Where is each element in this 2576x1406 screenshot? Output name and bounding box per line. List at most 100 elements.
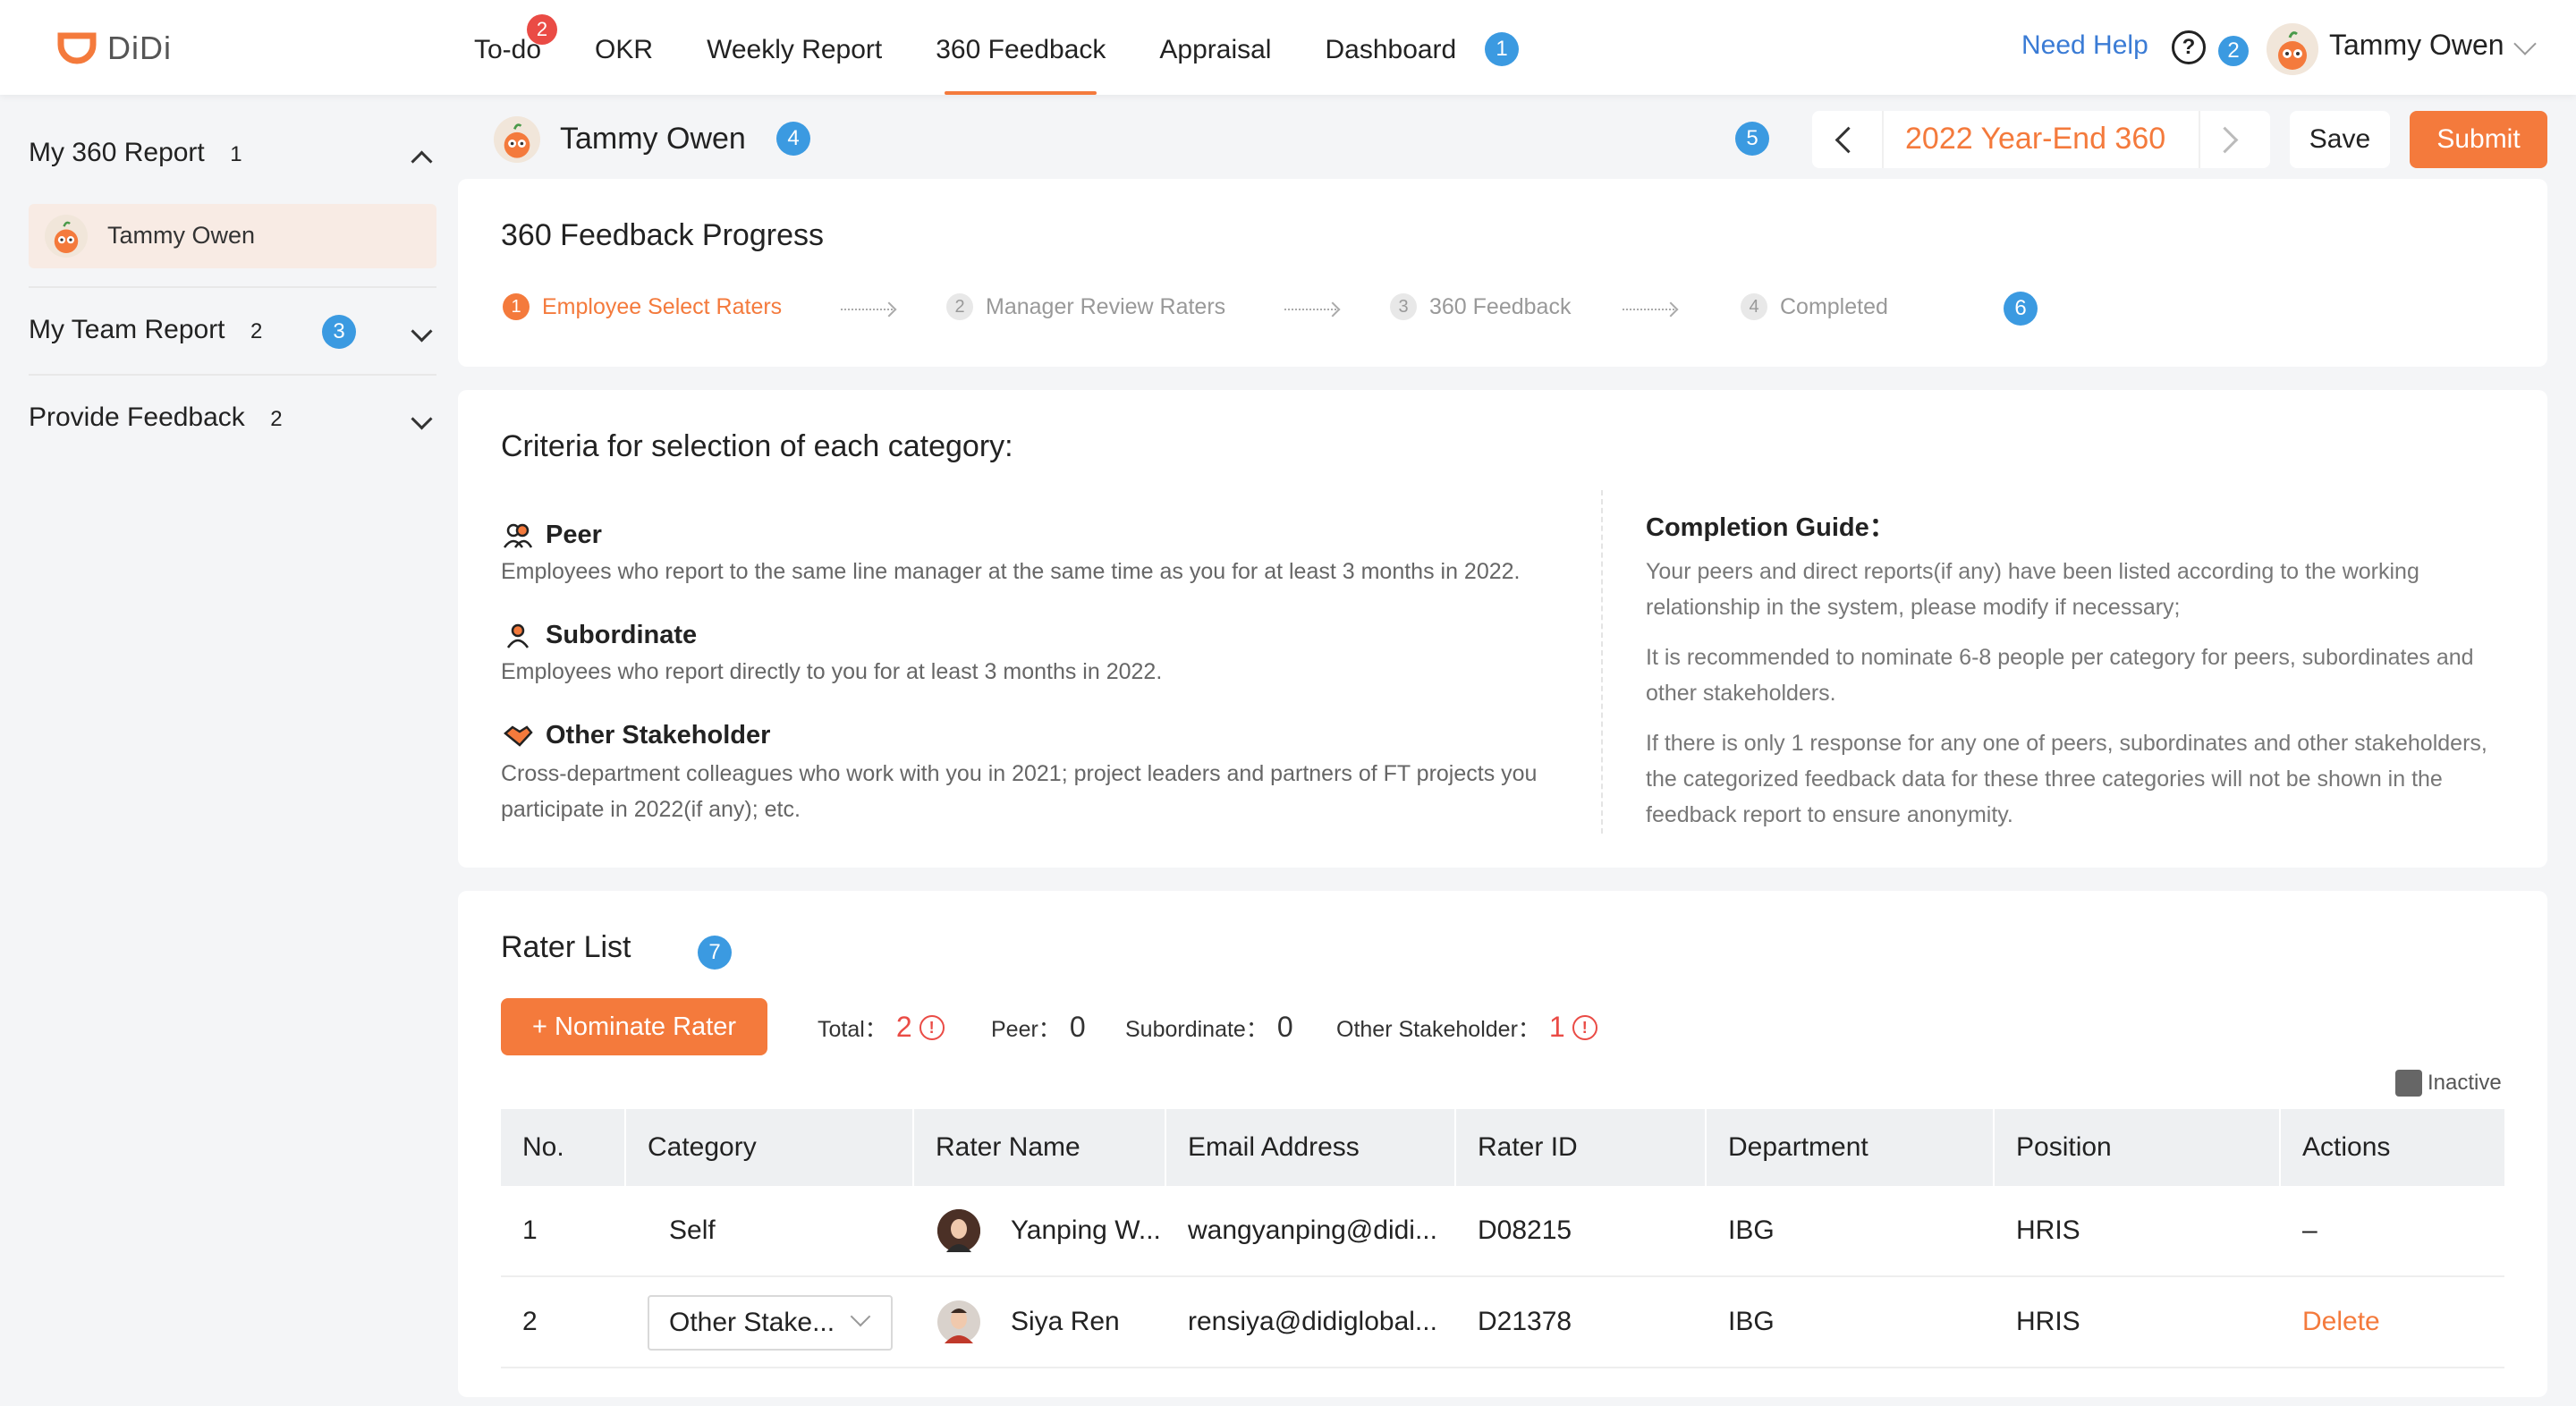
chevron-right-icon[interactable] — [2211, 126, 2239, 154]
sidebar-label: My Team Report — [29, 315, 225, 344]
step-label: Manager Review Raters — [986, 293, 1226, 319]
nav-todo[interactable]: To-do 2 — [474, 0, 558, 95]
guide-line: It is recommended to nominate 6-8 people… — [1646, 645, 2474, 670]
avatar-icon — [2267, 23, 2318, 75]
annotation-marker: 4 — [776, 122, 810, 156]
nav-label: Dashboard — [1325, 35, 1457, 64]
step-employee-select-raters: 1 Employee Select Raters — [503, 293, 782, 320]
cell-position: HRIS — [2016, 1215, 2080, 1245]
guide-line: If there is only 1 response for any one … — [1646, 731, 2487, 756]
stat-value: 1 — [1548, 1011, 1565, 1043]
cell-email: wangyanping@didi... — [1188, 1215, 1437, 1245]
step-arrow-icon — [841, 309, 893, 310]
stat-value: 0 — [1069, 1011, 1086, 1043]
help-icon[interactable]: ? — [2172, 30, 2206, 64]
sidebar-item-label: Tammy Owen — [107, 222, 256, 249]
rater-avatar — [937, 1209, 980, 1252]
step-360-feedback: 3 360 Feedback — [1390, 293, 1571, 320]
chevron-down-icon[interactable] — [411, 408, 433, 430]
step-label: Completed — [1780, 293, 1888, 319]
chevron-up-icon[interactable] — [411, 150, 433, 173]
cell-position: HRIS — [2016, 1307, 2080, 1336]
column-header: Email Address — [1188, 1132, 1360, 1162]
guide-paragraph: Your peers and direct reports(if any) ha… — [1646, 554, 2504, 625]
annotation-marker: 7 — [698, 936, 732, 970]
divider — [29, 374, 436, 376]
handshake-icon — [504, 724, 533, 747]
peer-heading: Peer — [503, 521, 602, 550]
step-manager-review-raters: 2 Manager Review Raters — [946, 293, 1225, 320]
step-number: 4 — [1741, 293, 1767, 320]
cell-category: Self — [669, 1215, 716, 1245]
subordinate-description: Employees who report directly to you for… — [501, 659, 1163, 684]
nav-label: 360 Feedback — [936, 35, 1106, 64]
annotation-marker: 1 — [1485, 32, 1519, 66]
sidebar-my-360-report[interactable]: My 360 Report 1 — [29, 138, 436, 173]
criteria-title: Criteria for selection of each category: — [501, 429, 1013, 463]
didi-logo[interactable]: DiDi — [57, 27, 172, 70]
stat-peer: Peer： 0 — [991, 1011, 1086, 1044]
category-select[interactable]: Other Stake... — [648, 1295, 893, 1351]
column-header: Category — [648, 1132, 757, 1162]
step-arrow-icon — [1623, 309, 1674, 310]
user-avatar[interactable] — [2267, 23, 2318, 75]
progress-card: 360 Feedback Progress — [458, 179, 2547, 367]
guide-line: the categorized feedback data for these … — [1646, 767, 2443, 792]
employee-avatar — [494, 116, 540, 163]
annotation-marker: 6 — [2004, 292, 2038, 326]
category-select-value: Other Stake... — [669, 1308, 835, 1337]
other-stakeholder-heading: Other Stakeholder — [503, 721, 770, 750]
avatar-icon — [937, 1300, 980, 1343]
other-stakeholder-description: Cross-department colleagues who work wit… — [501, 761, 1538, 786]
divider — [1601, 490, 1603, 834]
chevron-down-icon[interactable] — [2513, 32, 2537, 55]
sidebar-count: 2 — [250, 319, 263, 343]
step-number: 2 — [946, 293, 973, 320]
cell-rater-id: D08215 — [1478, 1215, 1572, 1245]
user-name[interactable]: Tammy Owen — [2329, 29, 2504, 62]
nav-okr[interactable]: OKR — [595, 0, 653, 95]
sidebar-label: My 360 Report — [29, 138, 205, 167]
stat-value: 0 — [1276, 1011, 1293, 1043]
stat-label: Peer： — [991, 1016, 1061, 1042]
warning-icon: ! — [919, 1014, 945, 1040]
guide-line: feedback report to ensure anonymity. — [1646, 802, 2013, 827]
stat-value: 2 — [895, 1011, 912, 1043]
column-header: No. — [522, 1132, 564, 1162]
annotation-marker: 3 — [322, 315, 356, 349]
nav-dashboard[interactable]: Dashboard — [1325, 0, 1456, 95]
sidebar-count: 2 — [270, 407, 283, 431]
subordinate-label: Subordinate — [546, 621, 698, 649]
divider — [2199, 111, 2200, 168]
table-header: No. Category Rater Name Email Address Ra… — [501, 1109, 2504, 1186]
avatar-icon — [45, 215, 88, 258]
guide-paragraph: It is recommended to nominate 6-8 people… — [1646, 639, 2504, 711]
progress-title: 360 Feedback Progress — [501, 218, 824, 252]
annotation-marker: 2 — [2218, 36, 2249, 66]
nav-360-feedback[interactable]: 360 Feedback — [936, 0, 1106, 95]
need-help-link[interactable]: Need Help — [2021, 30, 2148, 61]
peer-label: Peer — [546, 521, 602, 549]
step-number: 1 — [503, 293, 530, 320]
subordinate-heading: Subordinate — [503, 621, 697, 650]
subordinate-icon — [506, 623, 530, 648]
nav-appraisal[interactable]: Appraisal — [1159, 0, 1271, 95]
stat-label: Total： — [818, 1016, 887, 1042]
column-header: Rater ID — [1478, 1132, 1578, 1162]
nav-label: Appraisal — [1159, 35, 1272, 64]
submit-button[interactable]: Submit — [2410, 111, 2547, 168]
nominate-rater-button[interactable]: + Nominate Rater — [501, 998, 767, 1055]
sidebar-provide-feedback[interactable]: Provide Feedback 2 — [29, 402, 436, 433]
sidebar-item-tammy-owen[interactable]: Tammy Owen — [29, 204, 436, 268]
sidebar-my-team-report[interactable]: My Team Report 2 — [29, 315, 436, 345]
nav-weekly-report[interactable]: Weekly Report — [707, 0, 882, 95]
chevron-left-icon[interactable] — [1835, 126, 1862, 154]
delete-button[interactable]: Delete — [2281, 1277, 2380, 1367]
cell-department: IBG — [1728, 1307, 1775, 1336]
save-button[interactable]: Save — [2290, 111, 2390, 168]
cell-no: 2 — [522, 1307, 538, 1336]
main-nav: To-do 2 OKR Weekly Report 360 Feedback A… — [474, 0, 1510, 95]
todo-count-badge: 2 — [527, 14, 558, 45]
cell-department: IBG — [1728, 1215, 1775, 1245]
chevron-down-icon[interactable] — [411, 320, 433, 343]
